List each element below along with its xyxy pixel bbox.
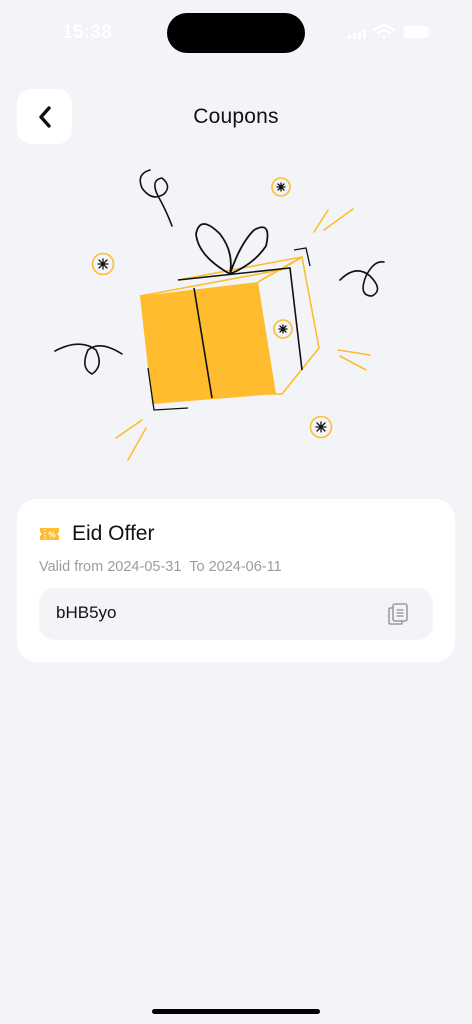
squiggle-right bbox=[339, 260, 385, 297]
dynamic-island bbox=[167, 13, 305, 53]
gift-bow bbox=[195, 223, 269, 275]
svg-text:%: % bbox=[48, 531, 55, 540]
battery-icon bbox=[404, 26, 433, 38]
valid-to-date: 2024-06-11 bbox=[208, 559, 282, 575]
status-time: 15:38 bbox=[62, 22, 113, 43]
wifi-icon bbox=[372, 24, 396, 40]
status-icons bbox=[348, 24, 433, 40]
squiggle-left bbox=[54, 343, 123, 375]
gift-box-illustration bbox=[54, 169, 385, 461]
coupon-code-box: bHB5yo bbox=[39, 588, 433, 640]
page-title: Coupons bbox=[193, 105, 279, 128]
coupon-tag-icon: % bbox=[40, 528, 59, 540]
home-indicator[interactable] bbox=[152, 1009, 320, 1014]
valid-from-date: 2024-05-31 bbox=[107, 559, 182, 575]
coupon-card: % Eid Offer Valid from 2024-05-31 To 202… bbox=[17, 499, 455, 662]
gift-box-front bbox=[140, 282, 276, 404]
signal-icon bbox=[348, 29, 366, 39]
squiggle-top-left bbox=[139, 169, 173, 227]
valid-from-label: Valid from bbox=[39, 559, 104, 575]
status-bar: 15:38 bbox=[0, 0, 472, 64]
validity-text: Valid from 2024-05-31 To 2024-06-11 bbox=[39, 559, 282, 575]
copy-icon bbox=[388, 603, 408, 625]
valid-to-label: To bbox=[189, 559, 205, 575]
copy-code-button[interactable] bbox=[385, 601, 411, 627]
offer-title: Eid Offer bbox=[72, 522, 155, 545]
coupon-code: bHB5yo bbox=[56, 603, 117, 622]
